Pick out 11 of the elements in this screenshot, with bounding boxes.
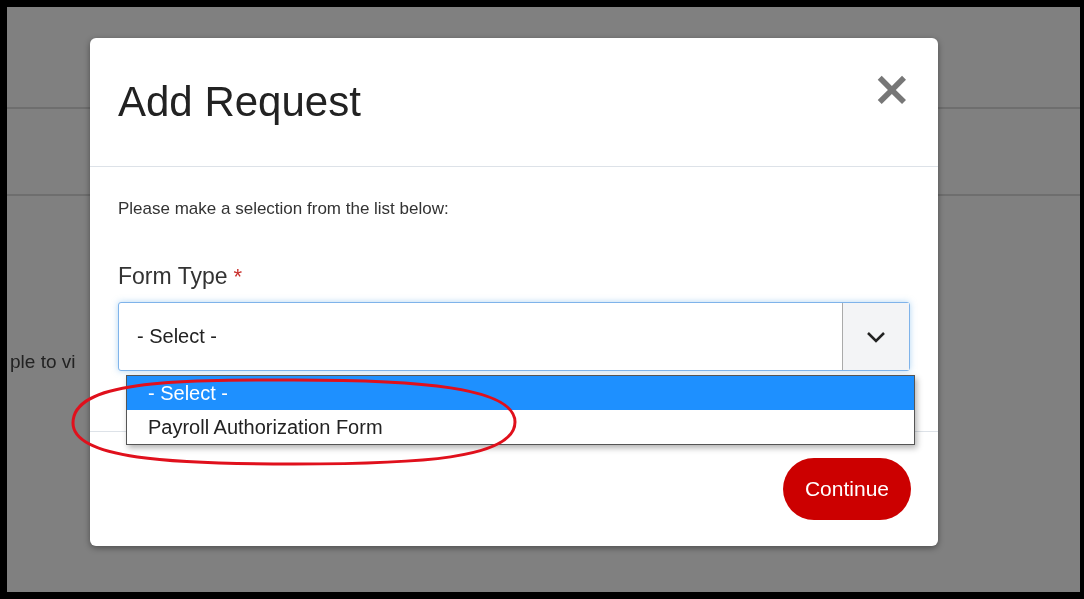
instruction-text: Please make a selection from the list below: [118,199,450,219]
required-mark: * [233,264,243,290]
chevron-down-icon [866,330,886,343]
continue-button[interactable]: Continue [782,458,911,520]
form-type-select[interactable]: - Select - [118,302,910,371]
close-button[interactable]: × [871,68,912,108]
page-text: ple to vi [10,351,76,373]
dropdown-option[interactable]: - Select - [127,376,914,410]
field-label: Form Type [118,263,228,290]
dialog-title: Add Request [118,78,361,126]
dropdown-option[interactable]: Payroll Authorization Form [127,410,914,444]
